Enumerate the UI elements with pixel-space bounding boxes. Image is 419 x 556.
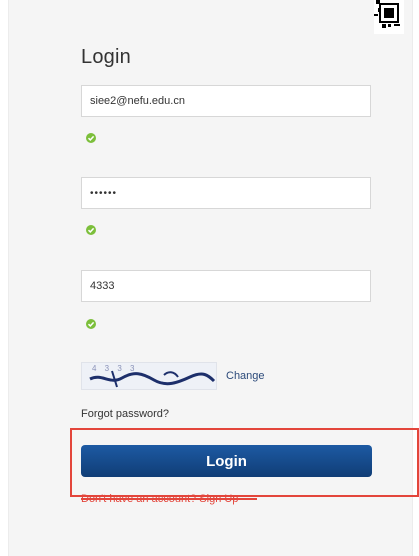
check-circle-icon	[86, 225, 96, 235]
captcha-scribble	[89, 370, 216, 388]
captcha-image: 4 3 3 3	[81, 362, 217, 390]
check-circle-icon	[86, 319, 96, 329]
login-button[interactable]: Login	[81, 445, 372, 477]
password-field[interactable]	[81, 177, 371, 209]
forgot-password-link[interactable]: Forgot password?	[81, 408, 169, 420]
qr-code-icon[interactable]	[374, 0, 404, 34]
email-field[interactable]	[81, 85, 371, 117]
change-captcha-link[interactable]: Change	[226, 370, 265, 382]
captcha-field[interactable]	[81, 270, 371, 302]
page-title: Login	[81, 46, 131, 68]
login-panel: Login 4 3 3 3 Change Forgot password? Lo…	[8, 0, 419, 556]
check-circle-icon	[86, 133, 96, 143]
strike-line	[81, 498, 257, 500]
